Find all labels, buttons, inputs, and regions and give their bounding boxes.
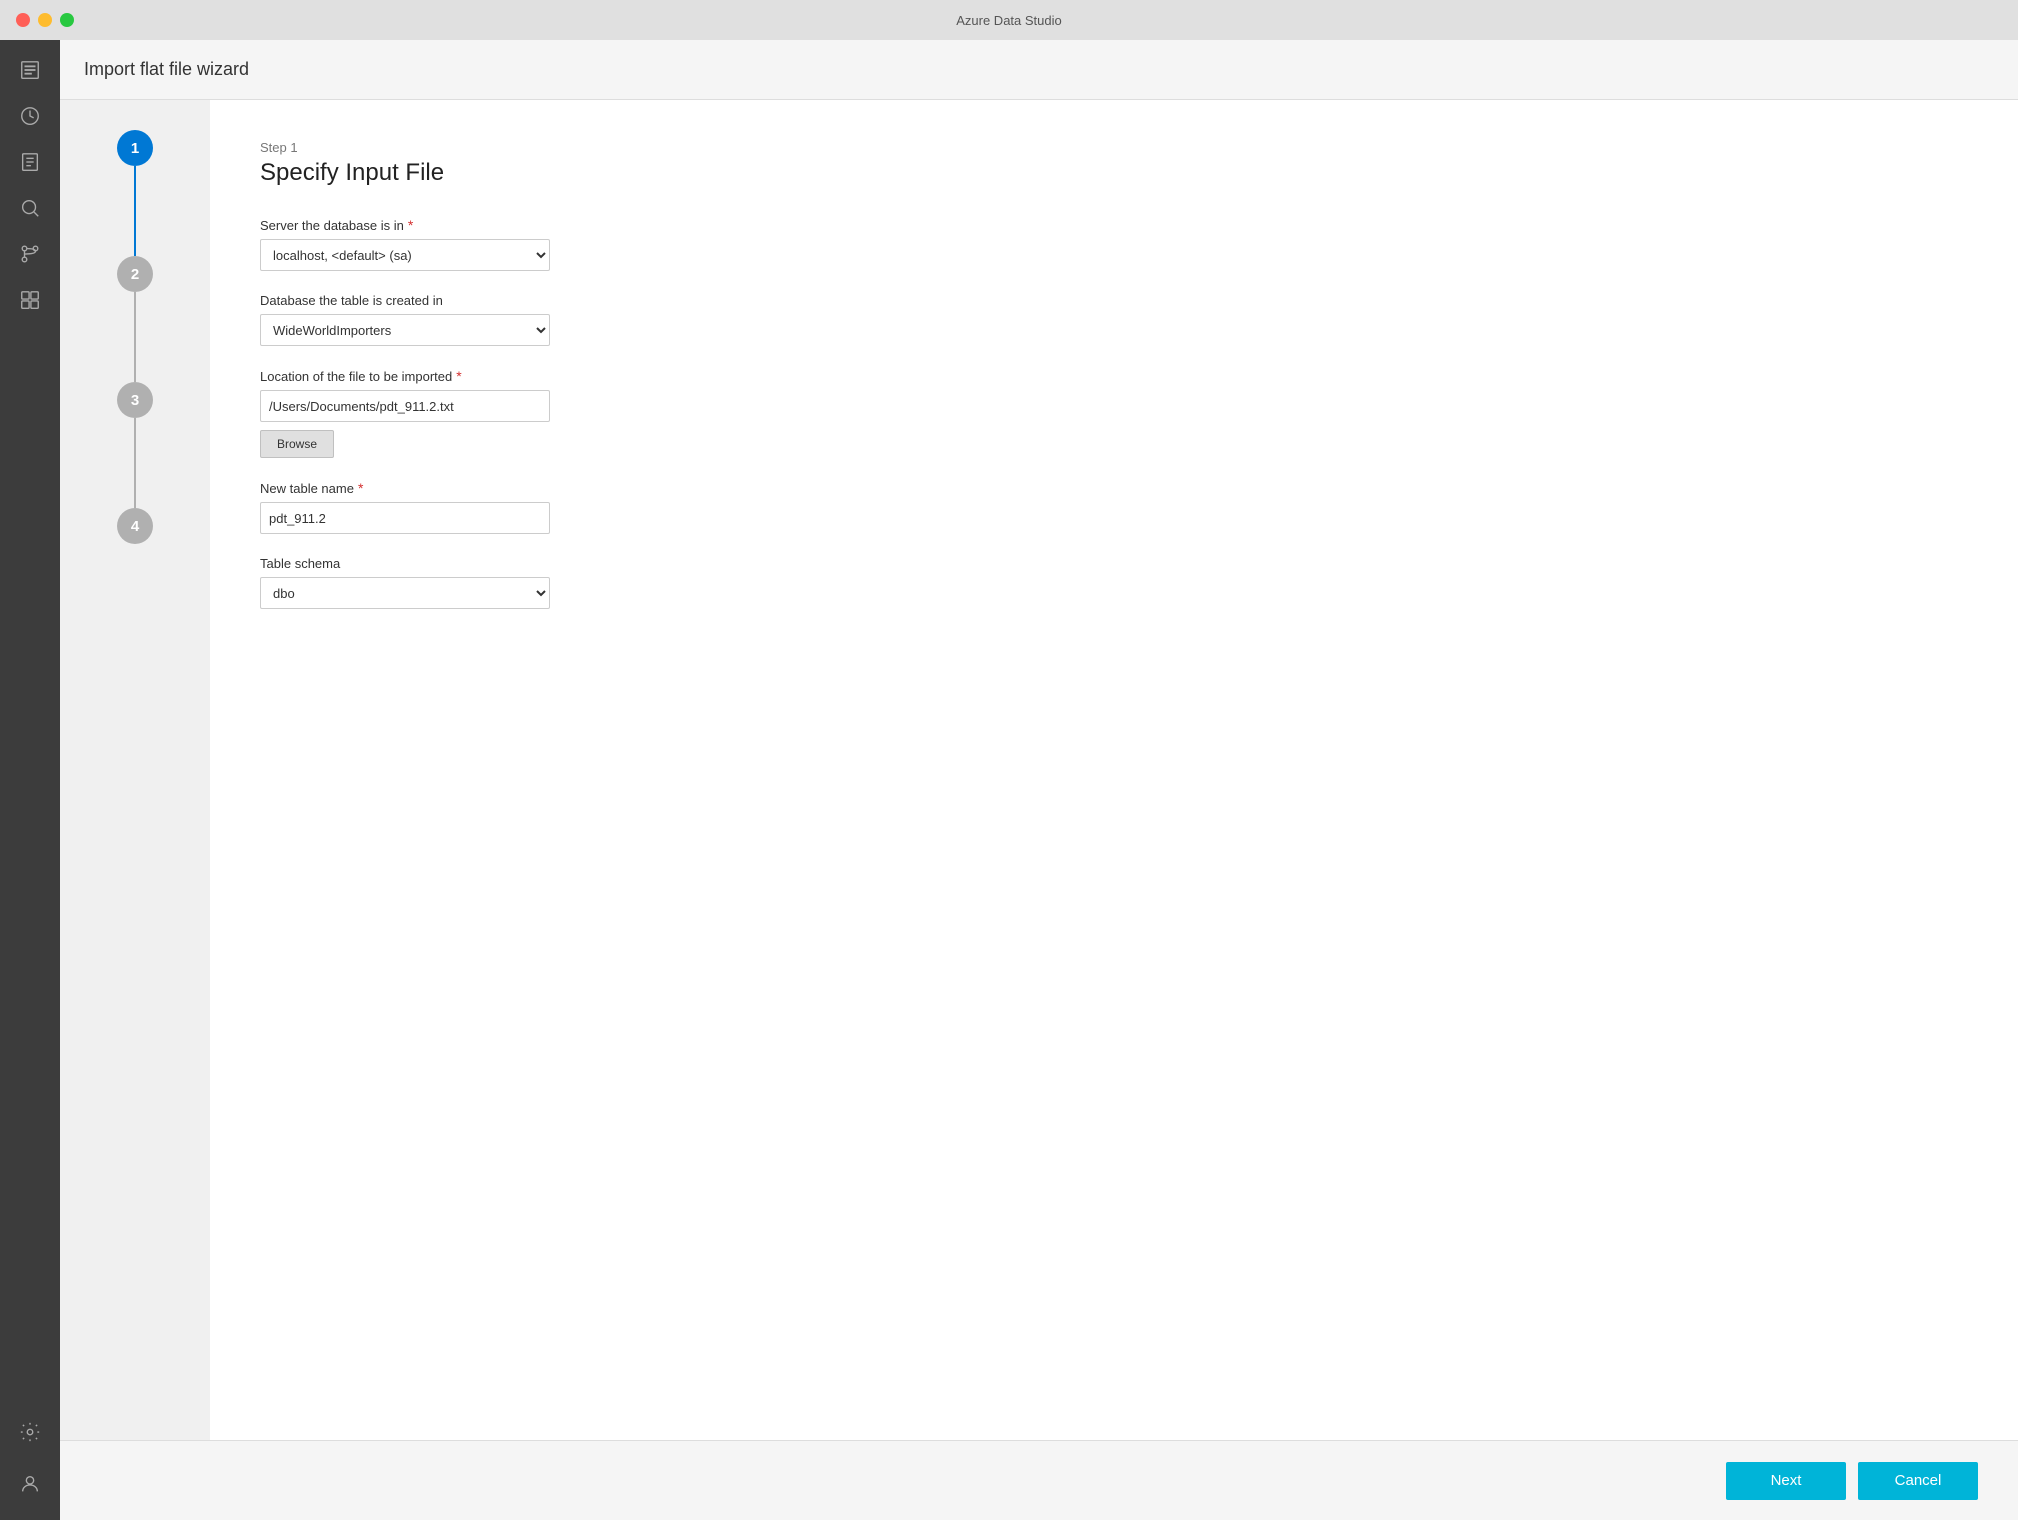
window-controls: [16, 13, 74, 27]
location-field-group: Location of the file to be imported * Br…: [260, 368, 1968, 458]
form-panel: Step 1 Specify Input File Server the dat…: [210, 100, 2018, 1440]
schema-label: Table schema: [260, 556, 1968, 571]
account-icon[interactable]: [10, 1464, 50, 1504]
database-select[interactable]: WideWorldImporters: [260, 314, 550, 346]
titlebar: Azure Data Studio: [0, 0, 2018, 40]
close-button[interactable]: [16, 13, 30, 27]
next-button[interactable]: Next: [1726, 1462, 1846, 1500]
table-name-field-group: New table name *: [260, 480, 1968, 534]
table-name-required-star: *: [358, 480, 363, 496]
table-name-label: New table name *: [260, 480, 1968, 496]
step-2-line: [134, 292, 136, 382]
server-select[interactable]: localhost, <default> (sa): [260, 239, 550, 271]
location-label: Location of the file to be imported *: [260, 368, 1968, 384]
wizard-footer: Next Cancel: [60, 1440, 2018, 1520]
server-label: Server the database is in *: [260, 217, 1968, 233]
sidebar-item-git[interactable]: [10, 234, 50, 274]
step-3-line: [134, 418, 136, 508]
step-title: Specify Input File: [260, 159, 1968, 187]
step-1-circle: 1: [117, 130, 153, 166]
step-4: 4: [117, 508, 153, 544]
app-layout: Import flat file wizard 1 2 3: [0, 40, 2018, 1520]
step-4-circle: 4: [117, 508, 153, 544]
content-area: Import flat file wizard 1 2 3: [60, 40, 2018, 1520]
browse-button[interactable]: Browse: [260, 430, 334, 458]
settings-icon[interactable]: [10, 1412, 50, 1452]
location-input[interactable]: [260, 390, 550, 422]
sidebar-item-files[interactable]: [10, 50, 50, 90]
table-name-input[interactable]: [260, 502, 550, 534]
step-label: Step 1: [260, 140, 1968, 155]
cancel-button[interactable]: Cancel: [1858, 1462, 1978, 1500]
window-title: Azure Data Studio: [956, 13, 1062, 28]
schema-select[interactable]: dbo: [260, 577, 550, 609]
location-required-star: *: [456, 368, 461, 384]
activity-bar-bottom: [10, 1412, 50, 1510]
activity-bar: [0, 40, 60, 1520]
sidebar-item-search[interactable]: [10, 188, 50, 228]
step-3-circle: 3: [117, 382, 153, 418]
sidebar-item-extensions[interactable]: [10, 280, 50, 320]
step-1: 1: [117, 130, 153, 256]
step-1-line: [134, 166, 136, 256]
server-field-group: Server the database is in * localhost, <…: [260, 217, 1968, 271]
maximize-button[interactable]: [60, 13, 74, 27]
step-3: 3: [117, 382, 153, 508]
server-required-star: *: [408, 217, 413, 233]
steps-panel: 1 2 3 4: [60, 100, 210, 1440]
minimize-button[interactable]: [38, 13, 52, 27]
schema-field-group: Table schema dbo: [260, 556, 1968, 609]
database-label: Database the table is created in: [260, 293, 1968, 308]
wizard-title: Import flat file wizard: [84, 59, 249, 80]
sidebar-item-history[interactable]: [10, 96, 50, 136]
database-field-group: Database the table is created in WideWor…: [260, 293, 1968, 346]
sidebar-item-explorer[interactable]: [10, 142, 50, 182]
step-2-circle: 2: [117, 256, 153, 292]
wizard-header: Import flat file wizard: [60, 40, 2018, 100]
step-2: 2: [117, 256, 153, 382]
wizard-body: 1 2 3 4 Step: [60, 100, 2018, 1440]
